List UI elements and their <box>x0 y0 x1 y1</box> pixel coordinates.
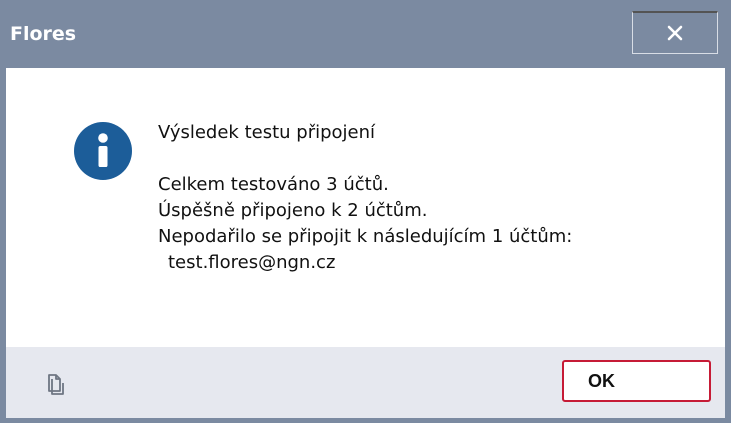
success-count-text: Úspěšně připojeno k 2 účtům. <box>158 200 428 221</box>
info-icon <box>74 122 132 180</box>
dialog-titlebar: Flores <box>0 0 731 68</box>
copy-icon <box>41 370 69 398</box>
failed-account: test.flores@ngn.cz <box>168 252 336 273</box>
ok-button[interactable]: OK <box>562 360 711 402</box>
failed-count-text: Nepodařilo se připojit k následujícím 1 … <box>158 226 573 247</box>
dialog-footer: OK <box>6 347 725 418</box>
message-dialog: Flores Výsledek testu připojení Celkem t… <box>0 0 731 423</box>
dialog-content: Výsledek testu připojení Celkem testován… <box>6 68 725 347</box>
message-text: Výsledek testu připojení Celkem testován… <box>158 120 698 276</box>
tested-count-text: Celkem testováno 3 účtů. <box>158 174 389 195</box>
message-heading: Výsledek testu připojení <box>158 122 376 143</box>
dialog-title: Flores <box>10 23 77 45</box>
copy-button[interactable] <box>40 369 70 399</box>
close-button[interactable] <box>632 11 718 54</box>
close-icon <box>666 24 684 42</box>
